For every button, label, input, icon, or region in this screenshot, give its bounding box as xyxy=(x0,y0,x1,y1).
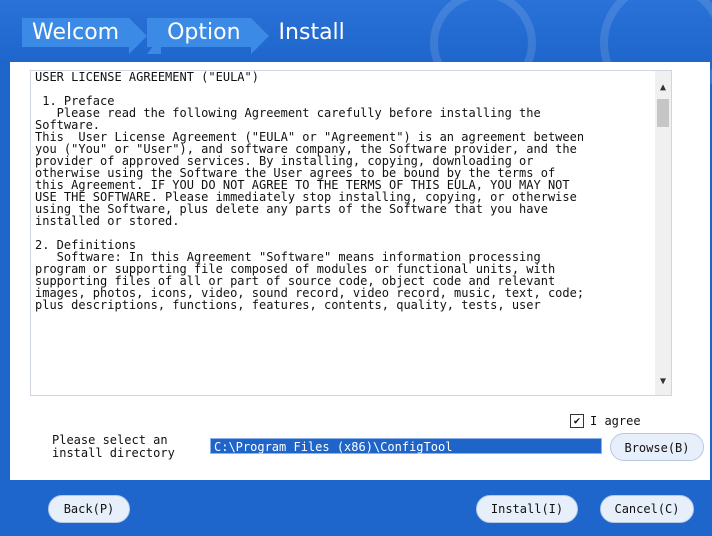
cancel-button[interactable]: Cancel(C) xyxy=(600,495,694,523)
step-option: Option xyxy=(147,17,270,54)
content-panel: USER LICENSE AGREEMENT ("EULA") 1. Prefa… xyxy=(10,62,710,480)
footer-bar: Back(P) Install(I) Cancel(C) xyxy=(0,480,712,536)
step-navigation: Welcom Option Install xyxy=(22,14,355,54)
back-button[interactable]: Back(P) xyxy=(48,495,130,523)
scroll-up-icon[interactable]: ▲ xyxy=(655,79,671,97)
step-install: Install xyxy=(278,19,345,45)
installer-window: Welcom Option Install USER LICENSE AGREE… xyxy=(0,0,712,536)
step-welcome: Welcom xyxy=(22,17,148,54)
eula-scrollbar[interactable]: ▲ ▼ xyxy=(655,71,671,395)
eula-text: USER LICENSE AGREEMENT ("EULA") 1. Prefa… xyxy=(35,71,585,312)
install-directory-input[interactable]: C:\Program Files (x86)\ConfigTool xyxy=(210,438,602,454)
agree-row: ✔ I agree xyxy=(570,414,641,428)
agree-label: I agree xyxy=(590,414,641,428)
browse-button[interactable]: Browse(B) xyxy=(610,433,704,461)
install-button[interactable]: Install(I) xyxy=(476,495,578,523)
scroll-down-icon[interactable]: ▼ xyxy=(655,373,671,391)
agree-checkbox[interactable]: ✔ xyxy=(570,414,584,428)
header-bar: Welcom Option Install xyxy=(0,0,712,106)
scroll-thumb[interactable] xyxy=(657,99,669,127)
eula-box: USER LICENSE AGREEMENT ("EULA") 1. Prefa… xyxy=(30,70,672,396)
install-directory-label: Please select an install directory xyxy=(52,433,175,460)
